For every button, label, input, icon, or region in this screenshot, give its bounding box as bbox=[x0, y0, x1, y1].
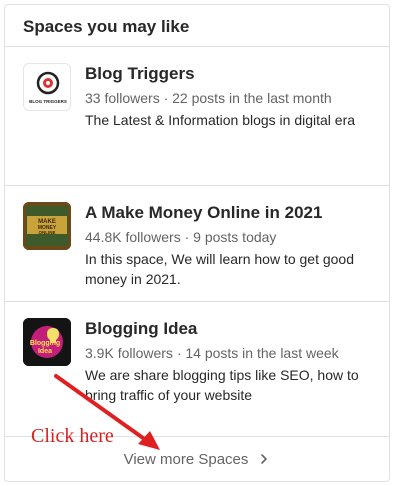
svg-text:ONLINE: ONLINE bbox=[38, 230, 55, 235]
space-meta: 44.8K followers · 9 posts today bbox=[85, 229, 277, 245]
space-name[interactable]: Blog Triggers bbox=[85, 63, 377, 85]
space-item-make-money-online[interactable]: MAKE MONEY ONLINE A Make Money Online in… bbox=[5, 186, 389, 302]
blogging-idea-logo-icon: Blogging Idea bbox=[23, 318, 71, 366]
space-item-blogging-idea[interactable]: Blogging Idea Blogging Idea 3.9K followe… bbox=[5, 302, 389, 437]
space-item-blog-triggers[interactable]: BLOG TRIGGERS Blog Triggers 33 followers… bbox=[5, 47, 389, 186]
spaces-panel: Spaces you may like BLOG TRIGGERS Blog T… bbox=[4, 4, 390, 482]
space-description: The Latest & Information blogs in digita… bbox=[85, 112, 356, 128]
space-meta: 33 followers · 22 posts in the last mont… bbox=[85, 90, 332, 106]
svg-text:Idea: Idea bbox=[38, 348, 52, 355]
view-more-label[interactable]: View more Spaces bbox=[124, 451, 249, 468]
space-description: We are share blogging tips like SEO, how… bbox=[85, 367, 359, 403]
space-name[interactable]: Blogging Idea bbox=[85, 318, 377, 340]
thumb-label: BLOG TRIGGERS bbox=[29, 99, 67, 104]
click-here-annotation: Click here bbox=[31, 425, 114, 447]
blog-triggers-logo-icon: BLOG TRIGGERS bbox=[23, 63, 71, 111]
space-name[interactable]: A Make Money Online in 2021 bbox=[85, 202, 377, 224]
space-description: In this space, We will learn how to get … bbox=[85, 251, 355, 287]
svg-text:Blogging: Blogging bbox=[30, 340, 60, 347]
chevron-right-icon bbox=[261, 454, 268, 464]
space-meta: 3.9K followers · 14 posts in the last we… bbox=[85, 345, 339, 361]
panel-title: Spaces you may like bbox=[5, 5, 389, 47]
make-money-online-logo-icon: MAKE MONEY ONLINE bbox=[23, 202, 71, 250]
